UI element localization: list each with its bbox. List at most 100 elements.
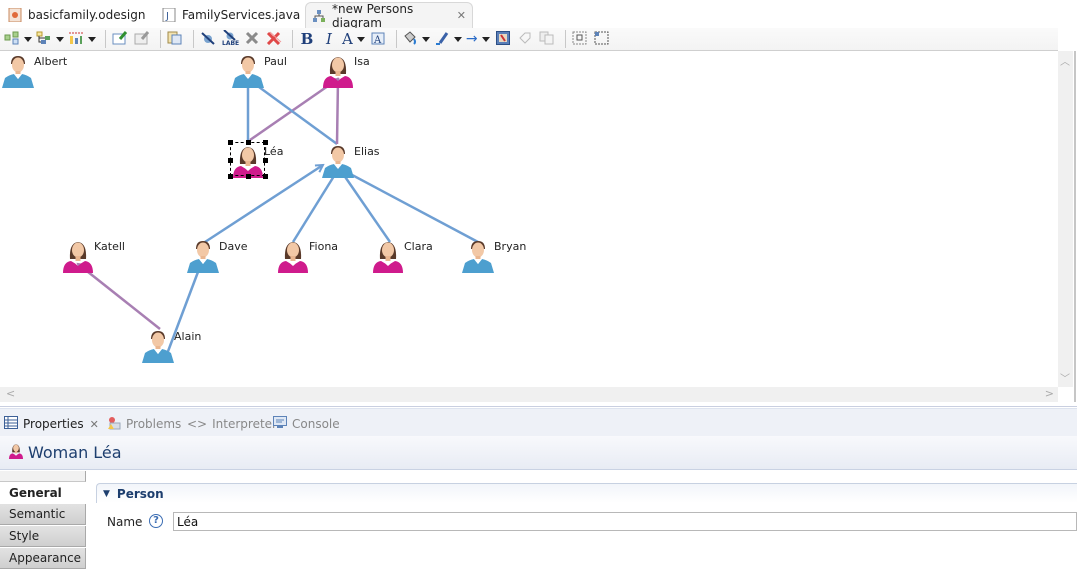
person-node-isa[interactable] bbox=[321, 54, 355, 88]
close-tab-icon[interactable]: ✕ bbox=[90, 418, 99, 431]
distribute-icon bbox=[572, 31, 588, 48]
size-button[interactable] bbox=[593, 29, 611, 49]
tab-basicfamily-odesign[interactable]: basicfamily.odesign bbox=[2, 2, 151, 28]
scroll-up-icon[interactable]: ︿ bbox=[1060, 53, 1070, 68]
resize-handle[interactable] bbox=[245, 140, 251, 145]
side-tab-style[interactable]: Style bbox=[0, 526, 86, 547]
scroll-down-icon[interactable]: ﹀ bbox=[1060, 370, 1070, 385]
fill-color-icon bbox=[402, 30, 418, 48]
select-button[interactable] bbox=[36, 29, 64, 49]
person-node-paul[interactable] bbox=[231, 54, 265, 88]
person-node-katell[interactable] bbox=[61, 239, 95, 273]
person-label[interactable]: Clara bbox=[404, 240, 433, 253]
problems-icon bbox=[107, 416, 121, 433]
copy-format-button[interactable] bbox=[166, 29, 184, 49]
resize-handle[interactable] bbox=[263, 174, 268, 179]
person-node-albert[interactable] bbox=[1, 54, 35, 88]
properties-side-tabs: General Semantic Style Appearance bbox=[0, 471, 86, 573]
italic-button[interactable]: I bbox=[320, 29, 338, 49]
copy-appearance-button[interactable] bbox=[538, 29, 556, 49]
tab-properties[interactable]: Properties ✕ bbox=[4, 413, 99, 435]
line-style-icon: → bbox=[465, 31, 478, 47]
man-icon bbox=[142, 331, 174, 363]
collapse-icon[interactable]: ▼ bbox=[103, 489, 110, 499]
hide-label-button[interactable]: LABEL bbox=[221, 28, 243, 49]
delete-from-diagram-button[interactable] bbox=[243, 29, 261, 49]
scroll-left-icon[interactable]: < bbox=[6, 387, 15, 400]
distribute-button[interactable] bbox=[571, 29, 589, 49]
fill-color-button[interactable] bbox=[402, 29, 430, 49]
person-label[interactable]: Katell bbox=[94, 240, 125, 253]
person-node-dave[interactable] bbox=[186, 239, 220, 273]
mother-edge-elias-to-isa[interactable] bbox=[337, 79, 338, 145]
scroll-right-icon[interactable]: > bbox=[1045, 387, 1054, 400]
tab-familyservices-java[interactable]: J FamilyServices.java bbox=[156, 2, 306, 28]
person-node-fiona[interactable] bbox=[276, 239, 310, 273]
person-node-alain[interactable] bbox=[141, 329, 175, 363]
line-color-icon bbox=[434, 31, 450, 48]
editor-bottom-border bbox=[0, 402, 1077, 407]
line-color-button[interactable] bbox=[434, 29, 462, 49]
tab-problems[interactable]: Problems bbox=[107, 413, 181, 435]
font-color-button[interactable]: A bbox=[342, 29, 365, 49]
side-tab-general[interactable]: General bbox=[0, 482, 86, 503]
man-icon bbox=[232, 56, 264, 88]
reset-style-button[interactable] bbox=[516, 29, 534, 49]
person-label[interactable]: Léa bbox=[264, 145, 283, 158]
delete-from-diagram-icon bbox=[245, 31, 259, 48]
help-icon[interactable]: ? bbox=[149, 514, 163, 528]
close-tab-icon[interactable]: ✕ bbox=[457, 9, 466, 22]
person-node-elias[interactable] bbox=[321, 144, 355, 178]
side-tab-appearance[interactable]: Appearance bbox=[0, 548, 86, 569]
resize-handle[interactable] bbox=[228, 140, 233, 145]
layout-button[interactable] bbox=[68, 29, 96, 49]
person-label[interactable]: Albert bbox=[34, 55, 67, 68]
person-label[interactable]: Dave bbox=[219, 240, 248, 253]
tab-label: Interpreter bbox=[212, 417, 277, 431]
man-icon bbox=[2, 56, 34, 88]
name-field[interactable] bbox=[173, 512, 1077, 531]
diagram-canvas[interactable]: Albert Paul Isa Léa Elias Katell Dave Fiona Clar… bbox=[0, 51, 1058, 387]
name-label: Name bbox=[107, 515, 143, 529]
view-tab-bar: Properties ✕ Problems <> Interpreter Con… bbox=[0, 408, 1077, 436]
person-label[interactable]: Alain bbox=[174, 330, 201, 343]
tab-persons-diagram[interactable]: *new Persons diagram ✕ bbox=[305, 2, 473, 30]
toolbar-separator bbox=[193, 30, 194, 48]
tab-console[interactable]: Console bbox=[273, 413, 340, 435]
person-label[interactable]: Paul bbox=[264, 55, 287, 68]
side-tab-semantic[interactable]: Semantic bbox=[0, 504, 86, 525]
mother-edge-alain-to-katell[interactable] bbox=[78, 264, 161, 330]
resize-handle[interactable] bbox=[263, 140, 268, 145]
unpin-button[interactable] bbox=[133, 29, 151, 49]
arrange-all-button[interactable] bbox=[4, 29, 32, 49]
hide-element-button[interactable] bbox=[199, 29, 217, 49]
mother-edge-lea-to-isa[interactable] bbox=[249, 79, 338, 142]
delete-from-model-button[interactable] bbox=[265, 29, 283, 49]
father-edge-bryan-to-elias[interactable] bbox=[339, 168, 479, 244]
person-section-header[interactable]: ▼ Person bbox=[96, 483, 1077, 503]
hide-element-icon bbox=[200, 31, 216, 48]
set-image-button[interactable] bbox=[494, 29, 512, 49]
diagram-icon bbox=[312, 9, 326, 23]
father-edge-clara-to-elias[interactable] bbox=[339, 168, 392, 243]
diagram-toolbar: LABEL B I A A → bbox=[0, 28, 1058, 51]
tab-interpreter[interactable]: <> Interpreter bbox=[187, 413, 277, 435]
person-label[interactable]: Isa bbox=[354, 55, 370, 68]
pin-button[interactable] bbox=[111, 29, 129, 49]
resize-handle[interactable] bbox=[263, 157, 268, 163]
horizontal-scrollbar[interactable]: < > bbox=[0, 387, 1058, 402]
tab-label: basicfamily.odesign bbox=[28, 8, 146, 22]
person-node-bryan[interactable] bbox=[461, 239, 495, 273]
person-label[interactable]: Elias bbox=[354, 145, 380, 158]
person-node-clara[interactable] bbox=[371, 239, 405, 273]
person-label[interactable]: Bryan bbox=[494, 240, 526, 253]
vertical-scrollbar[interactable]: ︿ ﹀ bbox=[1058, 51, 1073, 387]
line-style-button[interactable]: → bbox=[466, 29, 490, 49]
person-label[interactable]: Fiona bbox=[309, 240, 338, 253]
resize-handle[interactable] bbox=[245, 174, 251, 179]
bold-button[interactable]: B bbox=[298, 29, 316, 49]
woman-icon bbox=[323, 57, 353, 88]
resize-handle[interactable] bbox=[228, 174, 233, 179]
resize-handle[interactable] bbox=[228, 157, 233, 163]
text-style-button[interactable]: A bbox=[369, 29, 387, 49]
